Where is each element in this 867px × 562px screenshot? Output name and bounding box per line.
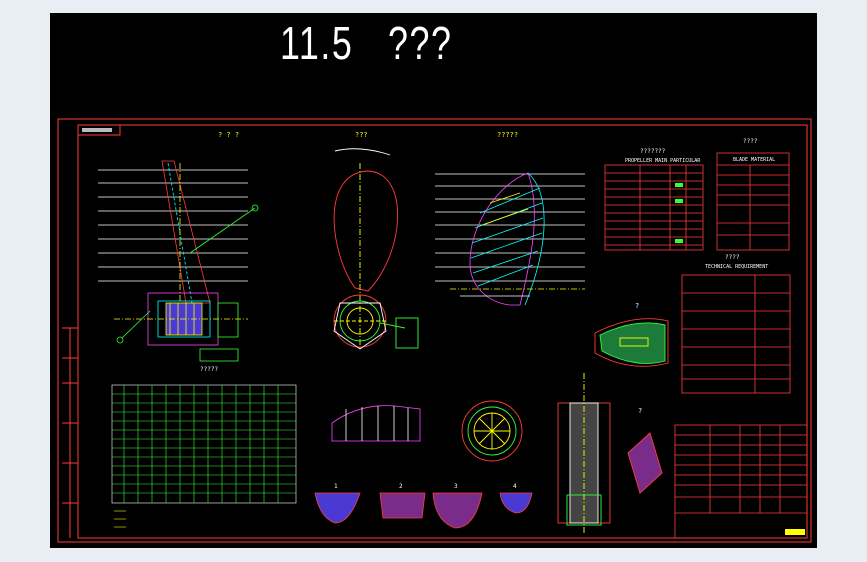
section-label-2: 2: [399, 483, 403, 490]
ring-detail: [461, 400, 523, 462]
front-view: ? ? ?: [98, 131, 259, 362]
blade-outline-caption: ???: [355, 131, 368, 139]
requirements-heading: TECHNICAL REQUIREMENT: [705, 264, 768, 270]
blade-outline-view: ???: [333, 131, 419, 350]
technical-requirements: ???? TECHNICAL REQUIREMENT: [681, 254, 791, 394]
detail-caption-b: ?: [638, 407, 642, 415]
material-table-caption: ????: [743, 138, 758, 145]
tech-caption: ????: [725, 254, 740, 261]
front-view-caption: ? ? ?: [218, 131, 239, 139]
material-table: ???? BLADE MATERIAL: [716, 138, 790, 251]
section-caption: ?????: [200, 366, 218, 373]
section-label-1: 1: [334, 483, 338, 490]
offset-table: ?????: [111, 366, 297, 528]
section-label-3: 3: [454, 483, 458, 490]
props-table-caption: ???????: [640, 148, 666, 155]
propeller-particulars-table: ??????? PROPELLER MAIN PARTICULAR: [604, 148, 704, 251]
detail-section-a: ?: [594, 302, 669, 367]
materials-heading: BLADE MATERIAL: [733, 157, 775, 163]
side-view-caption: ?????: [497, 131, 518, 139]
section-label-4: 4: [513, 483, 517, 490]
side-view: ?????: [435, 131, 585, 306]
drawing-sheet: 11.5 ??? ? ? ? ??? ????? ??????? PROPELL…: [50, 13, 817, 548]
detail-caption-a: ?: [635, 302, 639, 310]
title-block: [674, 424, 808, 539]
cad-drawing: ? ? ? ??? ????? ??????? PROPELLER MAIN P…: [57, 118, 812, 543]
props-heading: PROPELLER MAIN PARTICULAR: [625, 158, 701, 164]
shaft-section: ?: [557, 373, 663, 533]
